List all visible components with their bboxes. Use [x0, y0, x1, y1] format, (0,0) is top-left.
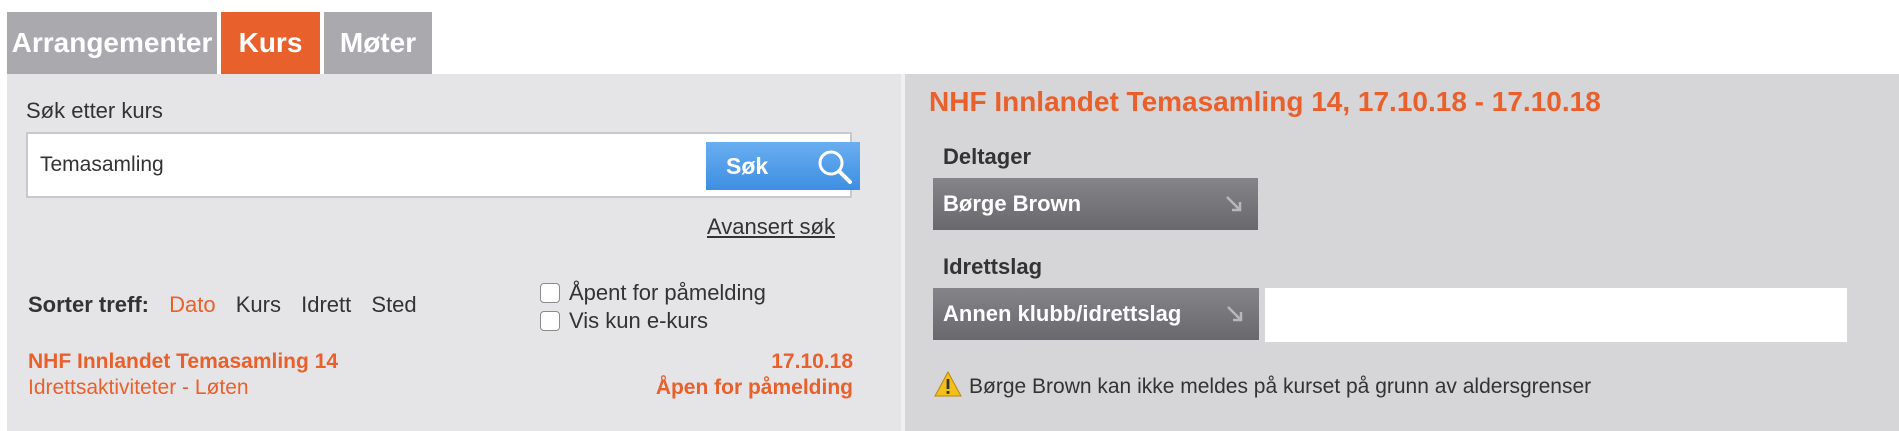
club-label: Idrettslag — [943, 254, 1043, 279]
club-value: Annen klubb/idrettslag — [943, 301, 1182, 326]
search-panel: Søk etter kurs Søk Avansert søk Sorter t… — [7, 74, 901, 431]
sort-option-sted[interactable]: Sted — [371, 292, 416, 317]
sort-option-dato[interactable]: Dato — [169, 292, 215, 317]
sort-label: Sorter treff: — [28, 292, 150, 317]
filter-checkboxes: Åpent for påmelding Vis kun e-kurs — [540, 279, 766, 335]
search-box: Søk — [26, 132, 860, 198]
result-date: 17.10.18 — [771, 350, 853, 373]
search-input[interactable] — [38, 144, 702, 186]
warning-icon — [933, 370, 969, 404]
warning-text: Børge Brown kan ikke meldes på kurset på… — [969, 375, 1592, 398]
sort-row: Sorter treff: Dato Kurs Idrett Sted — [28, 292, 431, 318]
filter-ecourse-checkbox[interactable] — [540, 311, 560, 331]
participant-value: Børge Brown — [943, 191, 1082, 216]
course-detail-panel: NHF Innlandet Temasamling 14, 17.10.18 -… — [901, 74, 1899, 431]
result-status: Åpen for påmelding — [655, 376, 853, 399]
search-button-label: Søk — [726, 153, 769, 179]
filter-open-row[interactable]: Åpent for påmelding — [540, 279, 766, 307]
filter-open-label: Åpent for påmelding — [569, 280, 766, 305]
tab-kurs[interactable]: Kurs — [221, 12, 320, 74]
club-text-field[interactable] — [1265, 288, 1847, 342]
participant-dropdown[interactable]: Børge Brown — [933, 178, 1258, 230]
filter-ecourse-label: Vis kun e-kurs — [569, 308, 708, 333]
filter-ecourse-row[interactable]: Vis kun e-kurs — [540, 307, 766, 335]
search-label: Søk etter kurs — [26, 98, 163, 123]
arrow-down-right-icon — [1225, 304, 1245, 330]
search-icon — [816, 148, 854, 192]
participant-label: Deltager — [943, 144, 1032, 169]
arrow-down-right-icon — [1224, 194, 1244, 220]
filter-open-checkbox[interactable] — [540, 283, 560, 303]
tab-bar: Arrangementer Kurs Møter — [0, 0, 1899, 74]
sort-option-idrett[interactable]: Idrett — [301, 292, 351, 317]
result-subtitle: Idrettsaktiviteter - Løten — [28, 376, 249, 399]
tab-moter[interactable]: Møter — [324, 12, 432, 74]
age-warning: Børge Brown kan ikke meldes på kurset på… — [933, 370, 1591, 404]
detail-title: NHF Innlandet Temasamling 14, 17.10.18 -… — [929, 86, 1601, 117]
club-dropdown[interactable]: Annen klubb/idrettslag — [933, 288, 1259, 340]
tab-arrangementer[interactable]: Arrangementer — [7, 12, 217, 74]
result-title[interactable]: NHF Innlandet Temasamling 14 — [28, 350, 338, 374]
sort-option-kurs[interactable]: Kurs — [236, 292, 281, 317]
advanced-search-link[interactable]: Avansert søk — [707, 214, 835, 240]
search-button[interactable]: Søk — [706, 142, 860, 190]
